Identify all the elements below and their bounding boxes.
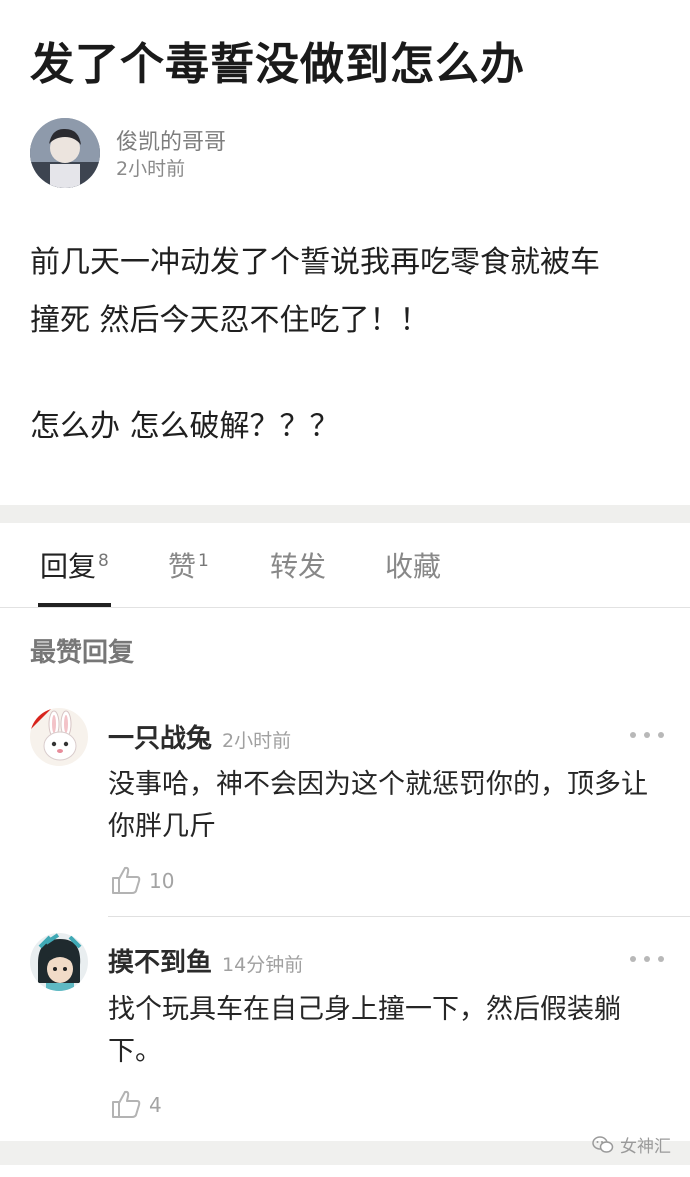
reply-username[interactable]: 一只战兔 2小时前 [108, 718, 291, 755]
post-title: 发了个毒誓没做到怎么办 [30, 39, 525, 90]
character-avatar-image [30, 933, 88, 991]
thumbs-up-icon[interactable] [110, 865, 142, 895]
section-separator [0, 505, 690, 523]
bottom-separator [0, 1141, 690, 1165]
more-dots-icon[interactable] [630, 730, 664, 740]
tab-replies-label: 回复 [40, 550, 97, 583]
like-count: 4 [149, 1093, 162, 1117]
watermark-text: 女神汇 [620, 1137, 671, 1157]
author-name[interactable]: 俊凯的哥哥 [116, 124, 226, 156]
author-avatar-image [30, 118, 100, 188]
reply-username-text: 一只战兔 [108, 724, 213, 754]
reply-text: 没事哈，神不会因为这个就惩罚你的，顶多让你胖几斤 [108, 769, 648, 842]
post-body-line: 前几天一冲动发了个誓说我再吃零食就被车 [30, 245, 600, 280]
watermark: 女神汇 [592, 1132, 671, 1157]
tab-forward-label: 转发 [270, 550, 327, 583]
reply-time: 14分钟前 [222, 954, 304, 976]
tab-likes[interactable]: 赞1 [168, 545, 209, 585]
tab-forward[interactable]: 转发 [270, 545, 326, 585]
reply-text: 找个玩具车在自己身上撞一下，然后假装躺下。 [108, 994, 621, 1067]
tab-divider [0, 607, 690, 608]
reply-avatar[interactable] [30, 933, 88, 991]
tab-replies-count: 8 [98, 550, 109, 571]
post-time: 2小时前 [116, 158, 186, 180]
rabbit-avatar-image [30, 708, 88, 766]
author-avatar[interactable] [30, 118, 100, 188]
reply-avatar[interactable] [30, 708, 88, 766]
post-body-line: 撞死 然后今天忍不住吃了！！ [30, 303, 430, 338]
tab-likes-count: 1 [198, 550, 209, 571]
like-count: 10 [149, 869, 175, 893]
tab-replies[interactable]: 回复 8 [40, 545, 109, 585]
post-body-line: 怎么办 怎么破解？？？ [30, 409, 340, 444]
reply-username[interactable]: 摸不到鱼 14分钟前 [108, 942, 303, 979]
tab-favorite[interactable]: 收藏 [385, 545, 441, 585]
more-dots-icon[interactable] [630, 954, 664, 964]
thumbs-up-icon[interactable] [110, 1089, 142, 1119]
reply-divider [108, 916, 690, 917]
reply-time: 2小时前 [222, 730, 292, 752]
section-heading: 最赞回复 [30, 638, 135, 668]
reply-username-text: 摸不到鱼 [108, 948, 213, 978]
tab-favorite-label: 收藏 [385, 550, 442, 583]
wechat-icon [592, 1135, 614, 1153]
tab-likes-label: 赞 [168, 550, 197, 583]
